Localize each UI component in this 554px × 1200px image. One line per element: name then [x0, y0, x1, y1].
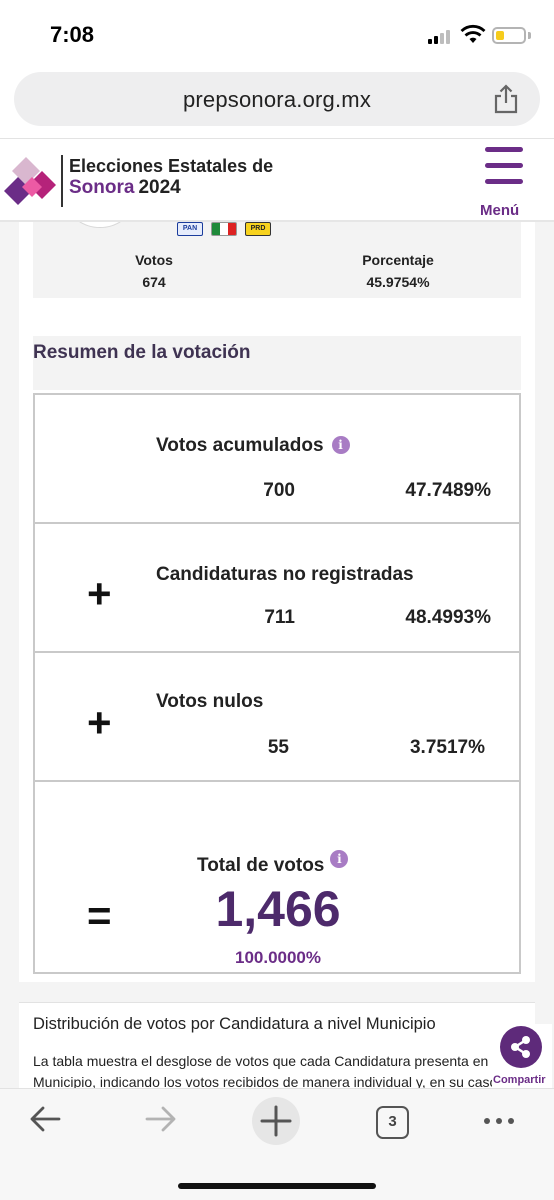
total-votes-value: 1,466: [215, 881, 341, 937]
brand-year: 2024: [138, 177, 181, 198]
row-label: Votos acumulados i: [156, 435, 350, 457]
info-icon[interactable]: i: [330, 850, 349, 868]
share-fab-button[interactable]: Compartir: [492, 1024, 552, 1090]
plus-icon: +: [87, 570, 112, 617]
candidate-pct-value: 45.9754%: [366, 274, 430, 290]
total-label: Total de votos i: [197, 850, 349, 877]
tabs-button[interactable]: 3: [376, 1106, 409, 1139]
party-logo-pan: PAN: [177, 222, 203, 236]
menu-label: Menú: [480, 202, 520, 219]
plus-icon: +: [87, 699, 112, 746]
row-votes: 55: [267, 737, 289, 758]
candidate-pct-label: Porcentaje: [362, 252, 434, 268]
brand-subtitle: Sonora 2024: [69, 177, 181, 199]
party-logo-prd: PRD: [245, 222, 271, 236]
summary-row-votos-nulos: + Votos nulos 55 3.7517%: [35, 653, 519, 782]
distribution-title: Distribución de votos por Candidatura a …: [33, 1015, 436, 1033]
wifi-icon: [460, 24, 486, 43]
candidate-panel: PAN PRD Votos 674 Porcentaje 45.9754%: [33, 182, 521, 298]
results-card: PAN PRD Votos 674 Porcentaje 45.9754% Re…: [19, 182, 535, 982]
row-pct: 48.4993%: [405, 607, 491, 628]
summary-table: Votos acumulados i 700 47.7489% + Candida…: [33, 393, 521, 974]
party-logo-pri: [211, 222, 237, 236]
row-votes: 711: [264, 607, 295, 628]
row-label: Candidaturas no registradas: [156, 564, 414, 585]
browser-toolbar: 3: [0, 1088, 554, 1200]
home-indicator: [178, 1183, 376, 1189]
cellular-signal-icon: [428, 28, 454, 44]
plus-icon: [260, 1105, 292, 1137]
forward-arrow-icon[interactable]: [143, 1101, 179, 1137]
share-icon[interactable]: [492, 84, 520, 114]
site-header: Elecciones Estatales de Sonora 2024 Menú: [0, 138, 554, 222]
new-tab-button[interactable]: [252, 1097, 300, 1145]
url-text[interactable]: prepsonora.org.mx: [14, 87, 540, 113]
row-pct: 3.7517%: [409, 737, 485, 758]
resumen-header: Resumen de la votación: [33, 336, 521, 390]
row-votes: 700: [263, 480, 295, 501]
back-arrow-icon[interactable]: [27, 1101, 63, 1137]
battery-icon: [492, 27, 526, 44]
summary-row-total: = Total de votos i 1,466 100.0000%: [35, 782, 519, 974]
menu-button[interactable]: Menú: [480, 147, 528, 219]
brand-accent-text: Sonora: [69, 177, 135, 198]
summary-row-votos-acumulados: Votos acumulados i 700 47.7489%: [35, 395, 519, 524]
status-time: 7:08: [50, 22, 95, 47]
more-options-icon[interactable]: [481, 1101, 517, 1137]
logo-divider: [61, 155, 63, 207]
summary-row-candidaturas-no-registradas: + Candidaturas no registradas 711 48.499…: [35, 524, 519, 653]
equals-icon: =: [87, 892, 112, 939]
status-bar: 7:08: [0, 0, 554, 70]
resumen-title: Resumen de la votación: [33, 342, 251, 363]
brand-title: Elecciones Estatales de: [69, 156, 274, 176]
row-label: Votos nulos: [156, 691, 264, 712]
share-label: Compartir: [493, 1074, 546, 1086]
distribution-card: Distribución de votos por Candidatura a …: [19, 1002, 535, 1111]
candidate-votes-value: 674: [142, 274, 166, 290]
address-bar[interactable]: prepsonora.org.mx: [14, 72, 540, 126]
info-icon[interactable]: i: [331, 436, 350, 454]
total-votes-pct: 100.0000%: [234, 948, 322, 967]
prep-sonora-logo[interactable]: [4, 153, 60, 207]
share-nodes-icon[interactable]: [500, 1026, 542, 1068]
row-pct: 47.7489%: [405, 480, 491, 501]
candidate-votes-label: Votos: [135, 252, 173, 268]
battery-tip: [528, 32, 531, 39]
hamburger-icon: [485, 147, 523, 152]
